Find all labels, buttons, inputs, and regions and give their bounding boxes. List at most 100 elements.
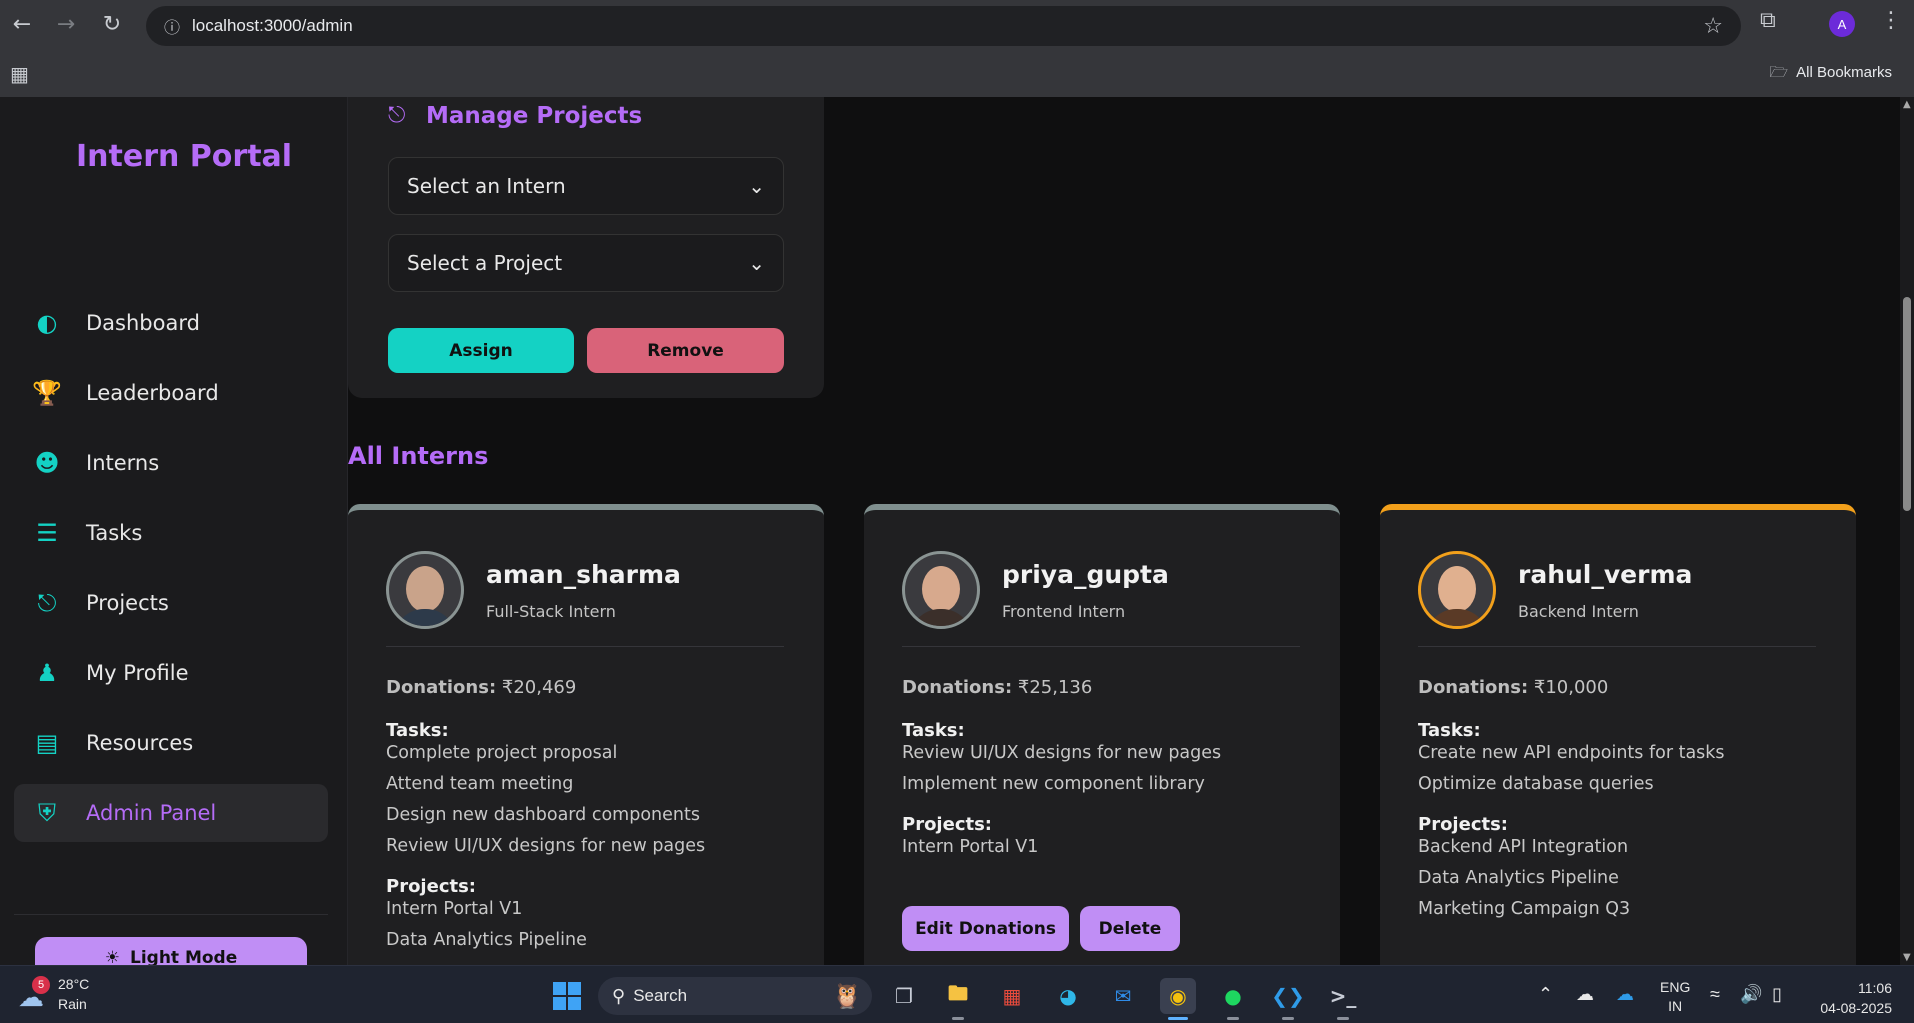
sidebar-item-label: Tasks [86,521,143,545]
intern-username: aman_sharma [486,560,681,589]
sidebar-item-label: Resources [86,731,194,755]
list-item: Review UI/UX designs for new pages [386,836,706,856]
intern-role: Backend Intern [1518,602,1639,621]
manage-projects-title: Manage Projects [426,103,643,129]
assign-button[interactable]: Assign [388,328,574,373]
sidebar: Intern Portal ◐ Dashboard 🏆 Leaderboard ☻ I… [0,97,348,979]
list-item: Optimize database queries [1418,774,1654,794]
list-item: Marketing Campaign Q3 [1418,899,1631,919]
user-icon: ♟ [36,659,58,687]
sidebar-item-label: Dashboard [86,311,200,335]
scroll-down-icon[interactable]: ▼ [1903,952,1911,963]
donations: Donations: ₹25,136 [902,677,1092,698]
task-view-icon[interactable]: ❐ [886,978,922,1014]
weather-desc: Rain [58,996,87,1012]
sidebar-item-label: My Profile [86,661,189,685]
delete-button[interactable]: Delete [1080,906,1180,951]
browser-menu-icon[interactable]: ⋮ [1880,8,1902,33]
list-item: Intern Portal V1 [902,837,1039,857]
page-scrollbar[interactable]: ▲ ▼ [1900,97,1914,965]
profile-avatar[interactable]: A [1829,11,1855,37]
list-item: Implement new component library [902,774,1205,794]
outlook-icon[interactable]: ✉ [1105,978,1141,1014]
scrollbar-thumb[interactable] [1903,297,1911,511]
url-text[interactable]: localhost:3000/admin [192,16,353,36]
onedrive-icon[interactable]: ☁ [1616,984,1634,1005]
donations-value: ₹25,136 [1017,677,1093,698]
list-item: Complete project proposal [386,743,618,763]
chevron-up-icon[interactable]: ⌃ [1538,984,1553,1005]
reload-icon[interactable]: ↻ [92,4,132,44]
tasks-label: Tasks: [1418,720,1481,741]
remove-button[interactable]: Remove [587,328,784,373]
avatar [1418,551,1496,629]
card-divider [1418,646,1816,647]
terminal-icon[interactable]: >_ [1325,978,1361,1020]
projects-label: Projects: [1418,814,1508,835]
list-item: Review UI/UX designs for new pages [902,743,1222,763]
diagram-icon: ⎋ [37,589,57,617]
edit-donations-button[interactable]: Edit Donations [902,906,1069,951]
intern-role: Frontend Intern [1002,602,1126,621]
clock-date: 04-08-2025 [1820,1000,1892,1016]
all-bookmarks[interactable]: 🗁 All Bookmarks [1770,62,1892,87]
user-shield-icon: ⛨ [38,799,56,827]
sidebar-item-dashboard[interactable]: ◐ Dashboard [14,294,328,352]
owl-icon: 🦉 [832,982,862,1010]
sidebar-divider [14,914,328,915]
project-select[interactable]: Select a Project ⌄ [388,234,784,292]
sidebar-item-leaderboard[interactable]: 🏆 Leaderboard [14,364,328,422]
list-item: Data Analytics Pipeline [386,930,587,950]
scroll-up-icon[interactable]: ▲ [1903,99,1911,110]
sidebar-item-label: Interns [86,451,160,475]
chrome-icon[interactable]: ◉ [1160,978,1196,1020]
sidebar-item-label: Admin Panel [86,801,217,825]
address-bar[interactable]: ⓘ localhost:3000/admin ☆ [146,6,1741,46]
bookmark-star-icon[interactable]: ☆ [1703,14,1723,39]
projects-label: Projects: [902,814,992,835]
region-code: IN [1668,998,1683,1014]
donations: Donations: ₹10,000 [1418,677,1608,698]
projects-label: Projects: [386,876,476,897]
donations-label: Donations: [386,677,497,698]
sidebar-item-resources[interactable]: ▤ Resources [14,714,328,772]
sidebar-item-interns[interactable]: ☻ Interns [14,434,328,492]
gauge-icon: ◐ [36,309,58,337]
chevron-down-icon: ⌄ [748,174,765,198]
intern-card: aman_sharma Full-Stack Intern Donations:… [348,504,824,965]
taskbar-search-label: Search [633,986,688,1005]
edge-icon[interactable]: ◕ [1050,978,1086,1014]
forward-icon[interactable]: → [46,4,86,44]
project-select-value: Select a Project [407,251,563,275]
spotify-icon[interactable]: ● [1215,978,1251,1020]
donations-value: ₹20,469 [501,677,577,698]
list-check-icon: ☰ [36,519,58,547]
sidebar-item-projects[interactable]: ⎋ Projects [14,574,328,632]
clock[interactable]: 11:06 04-08-2025 [1812,978,1892,1018]
sidebar-item-my-profile[interactable]: ♟ My Profile [14,644,328,702]
donations-label: Donations: [902,677,1013,698]
main-content: ⎋ Manage Projects Select an Intern ⌄ Sele… [348,97,1900,965]
cloud-sync-icon[interactable]: ☁ [1576,984,1594,1005]
taskbar-search[interactable]: ⚲ Search 🦉 [598,977,872,1015]
sidebar-item-admin-panel[interactable]: ⛨ Admin Panel [14,784,328,842]
back-icon[interactable]: ← [2,4,42,44]
battery-icon[interactable]: ▯ [1772,984,1782,1005]
sidebar-item-tasks[interactable]: ☰ Tasks [14,504,328,562]
file-explorer-icon[interactable]: 🖿 [940,978,976,1020]
site-info-icon[interactable]: ⓘ [152,14,192,38]
intern-select[interactable]: Select an Intern ⌄ [388,157,784,215]
windows-start-icon[interactable] [553,982,581,1010]
card-divider [902,646,1300,647]
vscode-icon[interactable]: ❮❯ [1270,978,1306,1020]
avatar [386,551,464,629]
language-indicator[interactable]: ENG IN [1660,978,1690,1016]
apps-grid-icon[interactable]: ▦ [10,62,29,86]
manage-projects-panel: ⎋ Manage Projects Select an Intern ⌄ Sele… [348,97,824,398]
volume-icon[interactable]: 🔊 [1740,984,1762,1005]
store-icon[interactable]: ▦ [994,978,1030,1014]
extensions-icon[interactable]: ⧉ [1760,8,1776,33]
avatar [902,551,980,629]
sidebar-item-label: Projects [86,591,169,615]
wifi-icon[interactable]: ≈ [1710,984,1720,1005]
